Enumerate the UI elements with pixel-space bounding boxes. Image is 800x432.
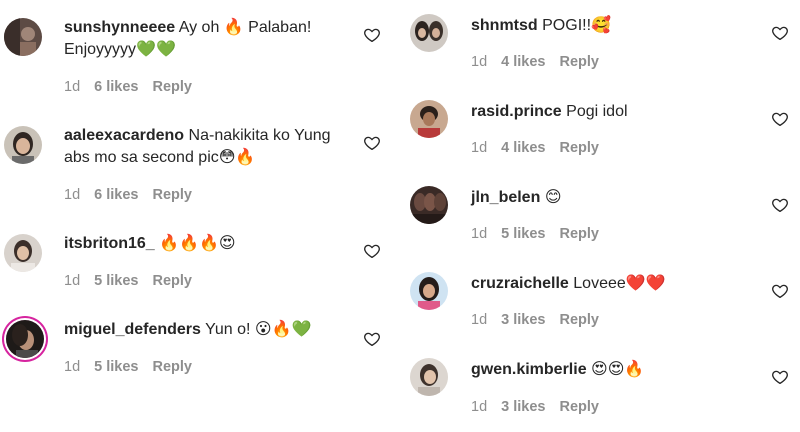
comment-time: 1d bbox=[471, 312, 488, 328]
comment-time: 1d bbox=[471, 140, 488, 156]
comment-item: cruzraichelle Loveee❤️❤️ 1d 3 likes Reply bbox=[405, 258, 800, 344]
comment-likes[interactable]: 4 likes bbox=[501, 139, 545, 157]
comment-likes[interactable]: 6 likes bbox=[94, 186, 138, 204]
avatar[interactable] bbox=[410, 186, 448, 224]
comment-body: Yun o! 😮🔥💚 bbox=[205, 321, 312, 338]
comment-body: POGI!!🥰 bbox=[542, 17, 611, 34]
comment-username[interactable]: miguel_defenders bbox=[64, 321, 201, 338]
comment-item: aaleexacardeno Na-nakikita ko Yung abs m… bbox=[0, 108, 392, 216]
comment-meta: 1d 6 likes Reply bbox=[64, 186, 192, 204]
comment-time: 1d bbox=[64, 273, 81, 289]
heart-outline-icon[interactable] bbox=[771, 110, 789, 128]
comment-item: rasid.prince Pogi idol 1d 4 likes Reply bbox=[405, 86, 800, 172]
comment-meta: 1d 5 likes Reply bbox=[64, 358, 192, 376]
avatar[interactable] bbox=[410, 358, 448, 396]
comment-text: itsbriton16_ 🔥🔥🔥😍 bbox=[64, 233, 354, 255]
heart-outline-icon[interactable] bbox=[771, 282, 789, 300]
comment-time: 1d bbox=[64, 79, 81, 95]
comment-text: rasid.prince Pogi idol bbox=[471, 101, 761, 123]
comment-text: aaleexacardeno Na-nakikita ko Yung abs m… bbox=[64, 125, 354, 169]
heart-outline-icon[interactable] bbox=[771, 368, 789, 386]
reply-button[interactable]: Reply bbox=[152, 186, 192, 204]
reply-button[interactable]: Reply bbox=[559, 53, 599, 71]
heart-outline-icon[interactable] bbox=[771, 24, 789, 42]
comment-likes[interactable]: 5 likes bbox=[501, 225, 545, 243]
heart-outline-icon[interactable] bbox=[363, 242, 381, 260]
comment-meta: 1d 4 likes Reply bbox=[471, 139, 599, 157]
comment-text: miguel_defenders Yun o! 😮🔥💚 bbox=[64, 319, 354, 341]
comment-likes[interactable]: 3 likes bbox=[501, 311, 545, 329]
reply-button[interactable]: Reply bbox=[152, 78, 192, 96]
comment-time: 1d bbox=[64, 187, 81, 203]
avatar[interactable] bbox=[4, 126, 42, 164]
comment-item: sunshynneeee Ay oh 🔥 Palaban! Enjoyyyyy💚… bbox=[0, 0, 392, 108]
comment-likes[interactable]: 3 likes bbox=[501, 398, 545, 416]
comment-username[interactable]: aaleexacardeno bbox=[64, 127, 184, 144]
avatar[interactable] bbox=[4, 18, 42, 56]
comment-text: cruzraichelle Loveee❤️❤️ bbox=[471, 273, 761, 295]
reply-button[interactable]: Reply bbox=[559, 139, 599, 157]
reply-button[interactable]: Reply bbox=[152, 358, 192, 376]
comment-text: sunshynneeee Ay oh 🔥 Palaban! Enjoyyyyy💚… bbox=[64, 17, 354, 61]
comment-username[interactable]: gwen.kimberlie bbox=[471, 361, 587, 378]
comment-username[interactable]: jln_belen bbox=[471, 189, 540, 206]
avatar[interactable] bbox=[410, 100, 448, 138]
comment-meta: 1d 4 likes Reply bbox=[471, 53, 599, 71]
comment-username[interactable]: cruzraichelle bbox=[471, 275, 569, 292]
comment-meta: 1d 5 likes Reply bbox=[64, 272, 192, 290]
comment-body: Pogi idol bbox=[566, 103, 628, 120]
comment-username[interactable]: rasid.prince bbox=[471, 103, 562, 120]
comment-likes[interactable]: 4 likes bbox=[501, 53, 545, 71]
heart-outline-icon[interactable] bbox=[771, 196, 789, 214]
reply-button[interactable]: Reply bbox=[559, 398, 599, 416]
comment-username[interactable]: sunshynneeee bbox=[64, 19, 175, 36]
comment-time: 1d bbox=[471, 54, 488, 70]
comment-item: gwen.kimberlie 😍😍🔥 1d 3 likes Reply bbox=[405, 344, 800, 432]
avatar[interactable] bbox=[4, 234, 42, 272]
comment-time: 1d bbox=[64, 359, 81, 375]
avatar[interactable] bbox=[410, 272, 448, 310]
reply-button[interactable]: Reply bbox=[152, 272, 192, 290]
comment-item: miguel_defenders Yun o! 😮🔥💚 1d 5 likes Rep… bbox=[0, 302, 392, 388]
heart-outline-icon[interactable] bbox=[363, 134, 381, 152]
comment-item: itsbriton16_ 🔥🔥🔥😍 1d 5 likes Reply bbox=[0, 216, 392, 302]
comment-meta: 1d 5 likes Reply bbox=[471, 225, 599, 243]
heart-outline-icon[interactable] bbox=[363, 26, 381, 44]
comment-item: shnmtsd POGI!!🥰 1d 4 likes Reply bbox=[405, 0, 800, 86]
comment-text: jln_belen 😊 bbox=[471, 187, 761, 209]
comment-likes[interactable]: 6 likes bbox=[94, 78, 138, 96]
comment-meta: 1d 6 likes Reply bbox=[64, 78, 192, 96]
comment-meta: 1d 3 likes Reply bbox=[471, 311, 599, 329]
comment-likes[interactable]: 5 likes bbox=[94, 272, 138, 290]
heart-outline-icon[interactable] bbox=[363, 330, 381, 348]
comment-body: 😊 bbox=[544, 189, 562, 206]
comment-text: shnmtsd POGI!!🥰 bbox=[471, 15, 761, 37]
comment-time: 1d bbox=[471, 226, 488, 242]
avatar[interactable] bbox=[410, 14, 448, 52]
comment-body: 🔥🔥🔥😍 bbox=[159, 235, 236, 252]
comment-text: gwen.kimberlie 😍😍🔥 bbox=[471, 359, 761, 381]
comment-item: jln_belen 😊 1d 5 likes Reply bbox=[405, 172, 800, 258]
comment-username[interactable]: shnmtsd bbox=[471, 17, 538, 34]
reply-button[interactable]: Reply bbox=[559, 225, 599, 243]
reply-button[interactable]: Reply bbox=[559, 311, 599, 329]
comment-time: 1d bbox=[471, 399, 488, 415]
comment-meta: 1d 3 likes Reply bbox=[471, 398, 599, 416]
comment-body: 😍😍🔥 bbox=[591, 361, 645, 378]
comment-username[interactable]: itsbriton16_ bbox=[64, 235, 155, 252]
comment-body: Loveee❤️❤️ bbox=[573, 275, 666, 292]
comment-likes[interactable]: 5 likes bbox=[94, 358, 138, 376]
avatar[interactable] bbox=[6, 320, 44, 358]
